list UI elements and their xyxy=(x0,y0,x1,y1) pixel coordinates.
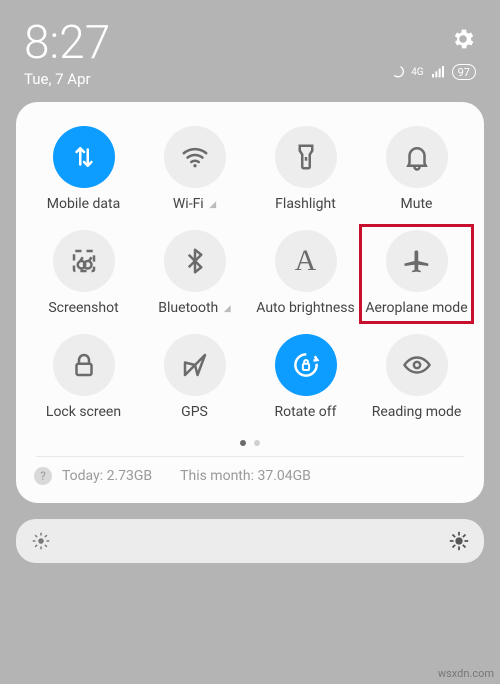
data-today: Today: 2.73GB xyxy=(62,468,152,484)
brightness-high-icon xyxy=(448,530,470,552)
tile-aeroplane-mode[interactable]: Aeroplane mode xyxy=(361,228,472,318)
flashlight-icon xyxy=(275,126,337,188)
tile-reading-mode[interactable]: Reading mode xyxy=(361,332,472,422)
tile-lock-screen[interactable]: Lock screen xyxy=(28,332,139,422)
data-arrows-icon xyxy=(53,126,115,188)
status-area: 8:27 Tue, 7 Apr 4G 97 xyxy=(0,0,500,96)
status-left: 8:27 Tue, 7 Apr xyxy=(24,20,110,88)
watermark: wsxdn.com xyxy=(438,667,494,680)
tile-label: Lock screen xyxy=(46,404,121,420)
eye-icon xyxy=(386,334,448,396)
brightness-low-icon xyxy=(30,530,52,552)
tile-label: GPS xyxy=(181,404,208,420)
tile-label: Mute xyxy=(401,196,433,212)
bluetooth-icon xyxy=(164,230,226,292)
tile-mute[interactable]: Mute xyxy=(361,124,472,214)
network-type: 4G xyxy=(411,67,423,78)
data-usage-row[interactable]: ? Today: 2.73GB This month: 37.04GB xyxy=(28,457,472,491)
tile-label: Auto brightness xyxy=(256,300,354,316)
rotate-lock-icon xyxy=(275,334,337,396)
page-dot-1 xyxy=(240,440,246,446)
data-month: This month: 37.04GB xyxy=(180,468,311,484)
statusbar-icons: 4G 97 xyxy=(389,64,476,80)
clock-date: Tue, 7 Apr xyxy=(24,70,110,88)
tile-label: Bluetooth ◢ xyxy=(158,300,230,316)
info-icon: ? xyxy=(34,467,52,485)
tile-flashlight[interactable]: Flashlight xyxy=(250,124,361,214)
tile-auto-brightness[interactable]: A Auto brightness xyxy=(250,228,361,318)
screenshot-icon xyxy=(53,230,115,292)
gear-icon xyxy=(450,26,476,52)
tile-label: Reading mode xyxy=(372,404,462,420)
wifi-icon xyxy=(164,126,226,188)
tile-label: Mobile data xyxy=(47,196,120,212)
tile-gps[interactable]: GPS xyxy=(139,332,250,422)
lock-icon xyxy=(53,334,115,396)
location-icon xyxy=(164,334,226,396)
tile-label: Screenshot xyxy=(48,300,118,316)
battery-pill: 97 xyxy=(452,64,476,80)
tile-screenshot[interactable]: Screenshot xyxy=(28,228,139,318)
tile-rotate-off[interactable]: Rotate off xyxy=(250,332,361,422)
page-dot-2 xyxy=(254,440,260,446)
dnd-icon xyxy=(389,64,405,80)
brightness-slider[interactable] xyxy=(16,519,484,563)
tiles-grid: Mobile data Wi-Fi ◢ Flashlight Mute Scre… xyxy=(28,124,472,422)
signal-icon xyxy=(430,64,446,80)
page-indicator[interactable] xyxy=(28,440,472,446)
tile-label: Flashlight xyxy=(275,196,336,212)
airplane-icon xyxy=(386,230,448,292)
bell-icon xyxy=(386,126,448,188)
tile-label: Aeroplane mode xyxy=(365,300,467,316)
settings-button[interactable] xyxy=(450,26,476,56)
tile-label: Wi-Fi ◢ xyxy=(173,196,216,212)
tile-wifi[interactable]: Wi-Fi ◢ xyxy=(139,124,250,214)
clock-time: 8:27 xyxy=(24,20,110,66)
tile-mobile-data[interactable]: Mobile data xyxy=(28,124,139,214)
quick-settings-panel: Mobile data Wi-Fi ◢ Flashlight Mute Scre… xyxy=(16,102,484,503)
letter-a-icon: A xyxy=(275,230,337,292)
status-right: 4G 97 xyxy=(389,20,476,80)
tile-bluetooth[interactable]: Bluetooth ◢ xyxy=(139,228,250,318)
tile-label: Rotate off xyxy=(274,404,336,420)
